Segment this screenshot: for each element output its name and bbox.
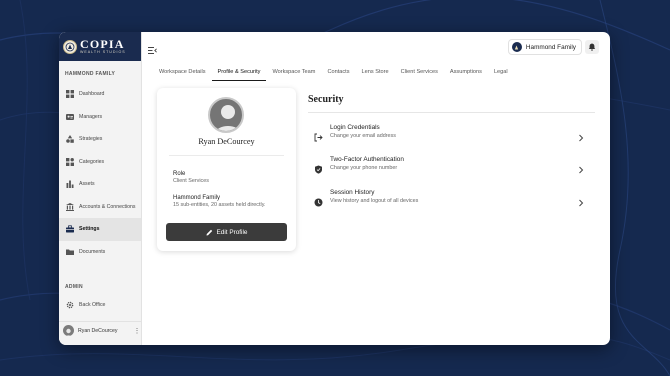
sidebar-item-categories[interactable]: Categories: [59, 151, 141, 174]
workspace-selector[interactable]: Hammond Family: [507, 39, 582, 55]
tab-contacts[interactable]: Contacts: [321, 68, 355, 81]
avatar: [63, 325, 74, 336]
collapse-sidebar-icon[interactable]: [148, 42, 157, 54]
notifications-button[interactable]: [585, 40, 599, 54]
row-subtitle: Change your phone number: [330, 165, 398, 171]
sidebar-item-assets[interactable]: Assets: [59, 173, 141, 196]
bar-chart-icon: [66, 180, 74, 189]
sidebar-nav: Dashboard Managers Strategies Categories…: [59, 83, 141, 263]
sidebar-item-dashboard[interactable]: Dashboard: [59, 83, 141, 106]
sidebar-item-documents[interactable]: Documents: [59, 241, 141, 264]
gear-icon: [66, 301, 74, 309]
family-label: Hammond Family: [173, 195, 221, 201]
category-icon: [66, 157, 74, 166]
brand-subtitle: WEALTH STUDIOS: [80, 50, 126, 55]
current-user[interactable]: Ryan DeCourcey ⋮: [59, 321, 141, 339]
session-history-row[interactable]: Session History View history and logout …: [308, 186, 595, 213]
seal-icon: [511, 42, 522, 52]
role-label: Role: [173, 171, 186, 177]
edit-profile-label: Edit Profile: [216, 228, 248, 236]
chevron-right-icon: [578, 161, 584, 174]
sidebar-item-label: Documents: [79, 248, 106, 255]
pencil-icon: [206, 229, 212, 235]
tab-lens-store[interactable]: Lens Store: [356, 68, 395, 81]
tab-workspace-details[interactable]: Workspace Details: [159, 68, 212, 81]
sidebar-item-settings[interactable]: Settings: [59, 218, 141, 241]
row-title: Session History: [330, 189, 375, 196]
toolbox-icon: [66, 225, 74, 233]
main-content: Hammond Family Workspace Details Profile…: [142, 32, 610, 345]
tab-legal[interactable]: Legal: [488, 68, 514, 81]
sidebar: COPIA WEALTH STUDIOS HAMMOND FAMILY Dash…: [59, 32, 142, 345]
profile-name: Ryan DeCourcey: [198, 137, 255, 146]
workspace-name: Hammond Family: [525, 43, 576, 51]
sidebar-item-back-office[interactable]: Back Office: [59, 294, 141, 317]
sidebar-item-label: Strategies: [79, 136, 103, 143]
sidebar-item-label: Managers: [79, 113, 103, 120]
sidebar-item-label: Categories: [79, 158, 105, 165]
admin-section-label: ADMIN: [65, 284, 83, 290]
folder-icon: [66, 248, 74, 256]
login-credentials-row[interactable]: Login Credentials Change your email addr…: [308, 121, 595, 148]
user-name: Ryan DeCourcey: [78, 327, 118, 334]
bell-icon: [588, 43, 596, 51]
tab-client-services[interactable]: Client Services: [395, 68, 444, 81]
login-icon: [314, 129, 323, 142]
id-card-icon: [66, 113, 74, 121]
tab-workspace-team[interactable]: Workspace Team: [266, 68, 321, 81]
shapes-icon: [66, 135, 74, 144]
edit-profile-button[interactable]: Edit Profile: [166, 223, 287, 241]
two-factor-row[interactable]: Two-Factor Authentication Change your ph…: [308, 153, 595, 180]
clock-icon: [314, 194, 323, 207]
more-options-icon[interactable]: ⋮: [133, 327, 141, 335]
role-value: Client Services: [173, 178, 209, 184]
family-value: 15 sub-entities, 20 assets held directly…: [173, 202, 266, 208]
tab-assumptions[interactable]: Assumptions: [444, 68, 488, 81]
row-title: Login Credentials: [330, 124, 380, 131]
row-subtitle: Change your email address: [330, 133, 396, 139]
sidebar-item-label: Settings: [79, 226, 100, 233]
profile-avatar: [208, 97, 244, 133]
divider: [308, 112, 595, 113]
sidebar-item-strategies[interactable]: Strategies: [59, 128, 141, 151]
top-bar: Hammond Family: [142, 32, 610, 61]
sidebar-item-label: Dashboard: [79, 91, 105, 98]
chevron-right-icon: [578, 194, 584, 207]
sidebar-item-label: Back Office: [79, 302, 106, 309]
seal-icon: [63, 39, 77, 54]
sidebar-item-label: Assets: [79, 181, 95, 188]
app-window: COPIA WEALTH STUDIOS HAMMOND FAMILY Dash…: [59, 32, 610, 345]
profile-card: Ryan DeCourcey Role Client Services Hamm…: [157, 88, 296, 251]
grid-icon: [66, 90, 74, 99]
brand-logo[interactable]: COPIA WEALTH STUDIOS: [59, 32, 141, 61]
tab-profile-security[interactable]: Profile & Security: [211, 68, 267, 81]
bank-icon: [66, 202, 74, 211]
row-title: Two-Factor Authentication: [330, 156, 404, 163]
divider: [169, 155, 284, 156]
sidebar-item-accounts-connections[interactable]: Accounts & Connections: [59, 196, 141, 219]
sidebar-section-label: HAMMOND FAMILY: [65, 71, 116, 77]
sidebar-item-managers[interactable]: Managers: [59, 106, 141, 129]
row-subtitle: View history and logout of all devices: [330, 198, 419, 204]
chevron-right-icon: [578, 129, 584, 142]
shield-icon: [314, 161, 323, 174]
brand-name: COPIA: [80, 37, 125, 52]
security-heading: Security: [308, 94, 344, 105]
sidebar-item-label: Accounts & Connections: [79, 203, 136, 210]
settings-tabs: Workspace Details Profile & Security Wor…: [159, 68, 514, 81]
